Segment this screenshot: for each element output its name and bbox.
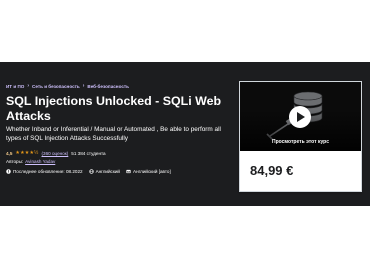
last-updated-text: Последнее обновление: 08.2022: [13, 169, 83, 174]
course-preview[interactable]: Просмотреть этот курс: [240, 82, 361, 151]
ratings-count-link[interactable]: (360 оценок): [42, 151, 69, 156]
language-text: Английский: [95, 169, 120, 174]
captions-text: Английский [авто]: [133, 169, 171, 174]
students-count: 51 384 студента: [71, 150, 106, 156]
last-updated: Последнее обновление: 08.2022: [6, 169, 83, 174]
author-link[interactable]: Avinash Yadav: [25, 159, 55, 164]
alert-badge-icon: [6, 169, 11, 174]
breadcrumb-item-websec[interactable]: Веб-безопасность: [87, 84, 129, 89]
play-icon: [297, 112, 305, 122]
chevron-right-icon: ›: [82, 83, 85, 89]
preview-label: Просмотреть этот курс: [271, 139, 329, 145]
language: Английский: [88, 169, 120, 174]
course-title: SQL Injections Unlocked - SQLi Web Attac…: [6, 94, 222, 123]
play-button[interactable]: [289, 106, 311, 128]
rating-row: 4,5 ★★★★½ (360 оценок) 51 384 студента: [6, 150, 106, 156]
globe-icon: [88, 169, 94, 174]
breadcrumb: ИТ и ПО › Сеть и безопасность › Веб-безо…: [6, 83, 129, 89]
purchase-card: Просмотреть этот курс 84,99 €: [239, 81, 362, 192]
chevron-right-icon: ›: [27, 83, 30, 89]
author-label: Авторы:: [6, 159, 24, 164]
meta-row: Последнее обновление: 08.2022 Английский…: [6, 169, 171, 174]
captions: Английский [авто]: [126, 169, 171, 174]
star-rating-icon: ★★★★½: [15, 150, 39, 156]
rating-value: 4,5: [6, 150, 13, 156]
breadcrumb-item-network[interactable]: Сеть и безопасность: [32, 84, 80, 89]
author-row: Авторы: Avinash Yadav: [6, 159, 55, 164]
captions-icon: [126, 169, 131, 174]
course-price: 84,99 €: [250, 163, 294, 178]
course-subtitle: Whether Inband or Inferential / Manual o…: [6, 126, 221, 142]
breadcrumb-item-it[interactable]: ИТ и ПО: [6, 84, 24, 89]
